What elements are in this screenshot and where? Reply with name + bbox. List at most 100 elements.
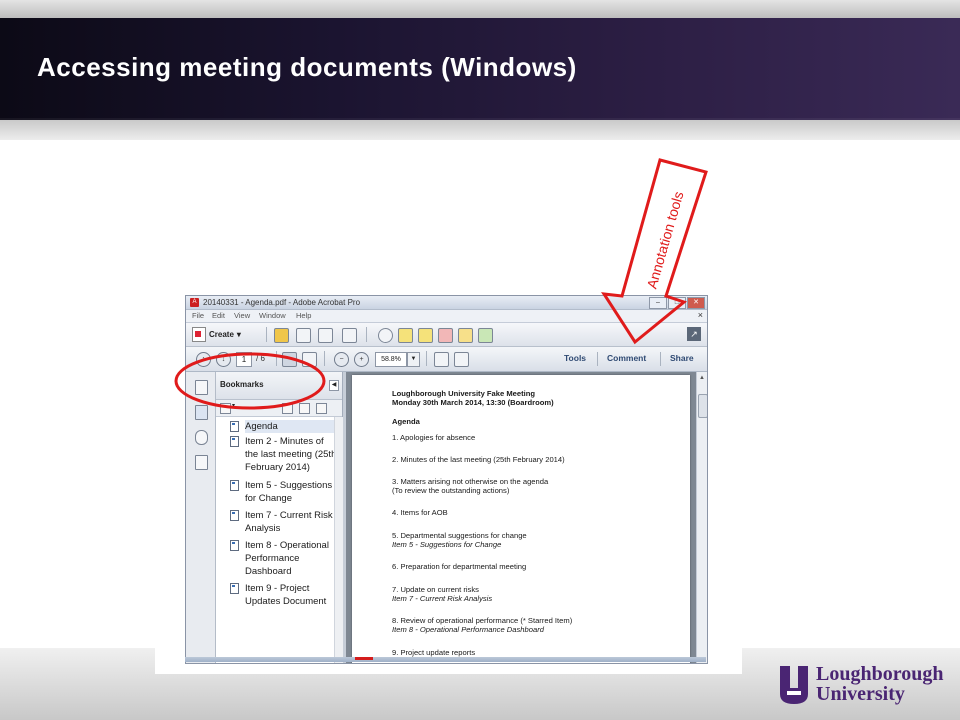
toolbar-separator (426, 351, 427, 366)
menu-help[interactable]: Help (296, 311, 311, 320)
create-pdf-icon (192, 327, 206, 342)
menu-window[interactable]: Window (259, 311, 286, 320)
taskbar-acrobat-indicator (355, 657, 373, 660)
page-thumbnails-icon[interactable] (195, 380, 208, 395)
create-button[interactable]: Create ▾ (192, 327, 245, 342)
zoom-dropdown-icon[interactable]: ▼ (407, 352, 420, 367)
bookmark-page-icon (230, 583, 239, 594)
highlight-icon[interactable] (418, 328, 433, 343)
tools-pane-button[interactable]: Tools (564, 353, 586, 363)
signature-icon[interactable] (195, 455, 208, 470)
agenda-line: 8. Review of operational performance (* … (392, 616, 573, 625)
bookmark-label: Item 8 - Operational Performance Dashboa… (245, 540, 329, 577)
review-icon[interactable] (458, 328, 473, 343)
logo-line-1: Loughborough (816, 663, 944, 685)
toolbar-separator (324, 351, 325, 366)
document-close-icon[interactable]: × (698, 310, 703, 320)
sign-icon[interactable] (438, 328, 453, 343)
delete-bookmark-icon[interactable] (282, 403, 293, 414)
doc-subheading: Monday 30th March 2014, 13:30 (Boardroom… (392, 398, 554, 407)
page-number-input[interactable]: 1 (236, 352, 252, 367)
acrobat-window: A 20140331 - Agenda.pdf - Adobe Acrobat … (185, 295, 708, 664)
agenda-line: 4. Items for AOB (392, 508, 448, 517)
acrobat-app-icon: A (190, 298, 199, 307)
print-icon[interactable] (318, 328, 333, 343)
title-underline-band (0, 120, 960, 140)
scroll-thumb[interactable] (698, 394, 707, 418)
chevron-down-icon[interactable]: ▾ (232, 402, 235, 409)
navigation-toolbar: ↑ ↓ 1 / 6 − + 58.8% ▼ Tools Comment Shar… (186, 347, 707, 372)
loughborough-logo-icon (780, 666, 808, 704)
bookmark-page-icon (230, 436, 239, 447)
menu-view[interactable]: View (234, 311, 250, 320)
full-screen-icon[interactable] (454, 352, 469, 367)
agenda-line: 1. Apologies for absence (392, 433, 476, 442)
expand-bookmark-icon[interactable] (316, 403, 327, 414)
agenda-line: Item 5 - Suggestions for Change (392, 540, 502, 549)
open-folder-icon[interactable] (274, 328, 289, 343)
doc-agenda-title: Agenda (392, 417, 420, 426)
bookmarks-scrollbar[interactable] (334, 417, 343, 663)
zoom-level-input[interactable]: 58.8% (375, 352, 407, 367)
agenda-line: 5. Departmental suggestions for change (392, 531, 527, 540)
window-title: 20140331 - Agenda.pdf - Adobe Acrobat Pr… (203, 298, 361, 307)
bookmarks-panel: Bookmarks ◀ ▾ Agenda Item 2 - Minutes of… (216, 372, 343, 663)
document-scrollbar[interactable]: ▲ (696, 372, 707, 663)
bookmark-options-icon[interactable] (220, 403, 231, 414)
bookmark-label: Item 7 - Current Risk Analysis (245, 510, 333, 534)
attachment-icon[interactable] (195, 430, 208, 445)
chevron-down-icon: ▾ (236, 330, 241, 339)
bookmark-label: Item 9 - Project Updates Document (245, 583, 327, 607)
pane-separator (597, 352, 598, 366)
collapse-panel-icon[interactable]: ◀ (329, 380, 339, 391)
agenda-line: 3. Matters arising not otherwise on the … (392, 477, 549, 486)
top-border (0, 0, 960, 18)
expand-icon[interactable]: ↗ (687, 327, 701, 341)
bookmark-page-icon (230, 540, 239, 551)
email-icon[interactable] (342, 328, 357, 343)
bookmarks-list: Agenda Item 2 - Minutes of the last meet… (216, 417, 337, 663)
share-file-icon[interactable] (478, 328, 493, 343)
annotation-tools-label: Annotation tools (643, 189, 687, 291)
bookmarks-title: Bookmarks (220, 380, 264, 389)
comment-pane-button[interactable]: Comment (607, 353, 646, 363)
page-total: / 6 (256, 354, 265, 363)
menu-file[interactable]: File (192, 311, 204, 320)
zoom-in-icon[interactable]: + (354, 352, 369, 367)
new-bookmark-icon[interactable] (299, 403, 310, 414)
menu-edit[interactable]: Edit (212, 311, 225, 320)
save-icon[interactable] (296, 328, 311, 343)
bookmark-label: Agenda (245, 420, 337, 433)
bookmark-page-icon (230, 510, 239, 521)
agenda-line: 6. Preparation for departmental meeting (392, 562, 527, 571)
scroll-up-icon[interactable]: ▲ (698, 374, 706, 382)
bookmark-page-icon (230, 421, 239, 432)
agenda-line: Item 7 - Current Risk Analysis (392, 594, 493, 603)
zoom-out-icon[interactable]: − (334, 352, 349, 367)
next-page-icon[interactable]: ↓ (216, 352, 231, 367)
maximize-icon[interactable]: □ (668, 297, 686, 309)
taskbar-strip (185, 657, 706, 662)
hand-tool-icon[interactable] (302, 352, 317, 367)
comment-bubble-icon[interactable] (398, 328, 413, 343)
fit-page-icon[interactable] (434, 352, 449, 367)
toolbar-separator (276, 351, 277, 366)
previous-page-icon[interactable]: ↑ (196, 352, 211, 367)
toolbar-separator (366, 327, 367, 342)
close-icon[interactable]: ✕ (687, 297, 705, 309)
bookmark-icon[interactable] (195, 405, 208, 420)
menu-bar: File Edit View Window Help × (186, 310, 707, 323)
navigation-pane (186, 372, 216, 663)
gear-icon[interactable] (378, 328, 393, 343)
logo-line-2: University (816, 683, 905, 705)
share-pane-button[interactable]: Share (670, 353, 694, 363)
window-titlebar: A 20140331 - Agenda.pdf - Adobe Acrobat … (186, 296, 707, 310)
bookmarks-header: Bookmarks ◀ (216, 372, 342, 400)
agenda-line: (To review the outstanding actions) (392, 486, 510, 495)
window-controls: – □ ✕ (649, 297, 705, 309)
agenda-line: 2. Minutes of the last meeting (25th Feb… (392, 455, 565, 464)
bookmark-page-icon (230, 480, 239, 491)
slide-title: Accessing meeting documents (Windows) (37, 52, 577, 82)
document-viewer: Loughborough University Fake Meeting Mon… (346, 372, 696, 663)
select-cursor-icon[interactable] (282, 352, 297, 367)
